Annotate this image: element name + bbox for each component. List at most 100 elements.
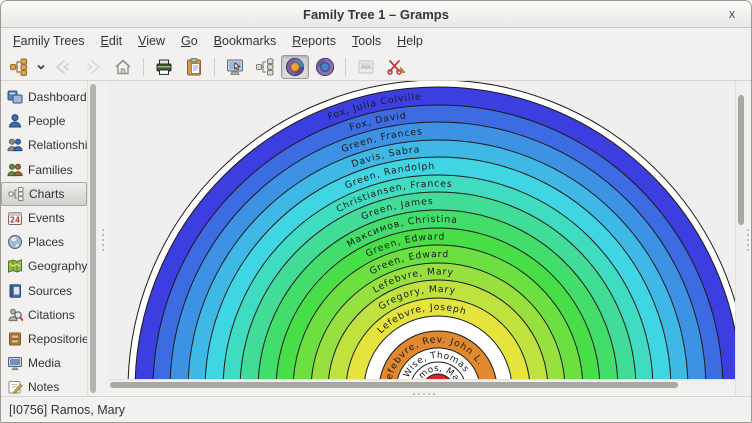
fan-chart-icon	[285, 57, 305, 77]
sidebar-item-citations[interactable]: Citations	[1, 303, 87, 327]
menu-help[interactable]: Help	[389, 31, 431, 51]
printer-icon	[154, 57, 174, 77]
sidebar-item-label: People	[28, 114, 65, 128]
gramps-tree-icon	[9, 57, 29, 77]
scissors-icon	[386, 57, 406, 77]
gramps-tree-button[interactable]	[5, 55, 33, 79]
sidebar-item-dashboard[interactable]: Dashboard	[1, 85, 87, 109]
configure-view-button[interactable]	[221, 55, 249, 79]
pedigree-view-button[interactable]	[251, 55, 279, 79]
toolbar-separator	[214, 58, 215, 76]
forward-button[interactable]	[79, 55, 107, 79]
close-icon[interactable]: x	[723, 5, 741, 23]
arrow-forward-icon	[83, 57, 103, 77]
monitor-pointer-icon	[225, 57, 245, 77]
chevron-down-icon	[36, 62, 46, 72]
vertical-scrollbar-thumb[interactable]	[738, 95, 744, 225]
arrow-back-icon	[53, 57, 73, 77]
fan-chart[interactable]: Fox, Julia ColvilleFox, DavidGreen, Fran…	[108, 81, 735, 379]
sidebar-item-media[interactable]: Media	[1, 351, 87, 375]
pedigree-icon	[255, 57, 275, 77]
sidebar-item-people[interactable]: People	[1, 109, 87, 133]
citations-icon	[6, 306, 23, 323]
clipboard-icon	[184, 57, 204, 77]
pane-splitter[interactable]	[98, 81, 109, 396]
sidebar-item-sources[interactable]: Sources	[1, 279, 87, 303]
right-pane-splitter[interactable]	[745, 81, 751, 396]
right-splitter-grip-icon	[747, 229, 749, 251]
gramps-window: Family Tree 1 – Gramps x Family TreesEdi…	[0, 0, 752, 423]
families-icon	[6, 161, 23, 178]
menu-view[interactable]: View	[130, 31, 173, 51]
fan-chart-canvas[interactable]: Fox, Julia ColvilleFox, DavidGreen, Fran…	[108, 81, 735, 379]
dashboard-icon	[6, 89, 23, 106]
sidebar-item-charts[interactable]: Charts	[1, 182, 87, 206]
sidebar-item-geography[interactable]: Geography	[1, 254, 87, 278]
sidebar-scrollbar-thumb[interactable]	[90, 84, 96, 393]
media-icon	[6, 355, 23, 372]
home-icon	[113, 57, 133, 77]
menu-go[interactable]: Go	[173, 31, 206, 51]
relationships-icon	[6, 137, 23, 154]
tree-dropdown-button[interactable]	[35, 55, 47, 79]
fan-chart-view-button[interactable]	[281, 55, 309, 79]
toolbar-separator	[143, 58, 144, 76]
statusbar: [I0756] Ramos, Mary	[1, 396, 751, 422]
sidebar-item-label: Charts	[29, 187, 64, 201]
sidebar-item-label: Notes	[28, 380, 59, 394]
splitter-grip-icon	[102, 229, 104, 251]
svg-text:24: 24	[9, 215, 19, 224]
sidebar-item-families[interactable]: Families	[1, 158, 87, 182]
bottom-grip-icon	[413, 393, 435, 395]
main-content: Dashboard People Relationships Families Char…	[1, 81, 751, 396]
media-tool-button[interactable]	[352, 55, 380, 79]
clipboard-button[interactable]	[180, 55, 208, 79]
window-title: Family Tree 1 – Gramps	[303, 7, 449, 22]
people-icon	[6, 113, 23, 130]
chart-area: Fox, Julia ColvilleFox, DavidGreen, Fran…	[108, 81, 735, 396]
notes-icon	[6, 379, 23, 396]
vertical-scrollbar[interactable]	[735, 81, 745, 396]
sidebar-item-label: Citations	[28, 308, 75, 322]
sidebar-item-events[interactable]: 24 Events	[1, 206, 87, 230]
sidebar-item-label: Families	[28, 163, 73, 177]
navigator-sidebar: Dashboard People Relationships Families Char…	[1, 81, 87, 396]
two-way-fan-view-button[interactable]	[311, 55, 339, 79]
menu-bookmarks[interactable]: Bookmarks	[206, 31, 285, 51]
menu-family-trees[interactable]: Family Trees	[5, 31, 93, 51]
menu-reports[interactable]: Reports	[284, 31, 344, 51]
horizontal-scrollbar[interactable]	[108, 379, 735, 389]
menu-edit[interactable]: Edit	[93, 31, 131, 51]
sidebar-item-label: Sources	[28, 284, 72, 298]
toolbar	[1, 53, 751, 81]
sidebar-item-notes[interactable]: Notes	[1, 375, 87, 396]
events-icon: 24	[6, 210, 23, 227]
sidebar-item-label: Events	[28, 211, 65, 225]
sidebar-item-label: Repositories	[28, 332, 87, 346]
home-button[interactable]	[109, 55, 137, 79]
back-button[interactable]	[49, 55, 77, 79]
print-button[interactable]	[150, 55, 178, 79]
sidebar-item-relationships[interactable]: Relationships	[1, 133, 87, 157]
sidebar-scrollbar[interactable]	[87, 81, 98, 396]
menu-tools[interactable]: Tools	[344, 31, 389, 51]
sidebar-item-repositories[interactable]: Repositories	[1, 327, 87, 351]
cut-tool-button[interactable]	[382, 55, 410, 79]
horizontal-scrollbar-thumb[interactable]	[110, 382, 678, 388]
sidebar-item-label: Dashboard	[28, 90, 87, 104]
fan-chart-2-icon	[315, 57, 335, 77]
bottom-splitter[interactable]	[108, 389, 735, 396]
sidebar-item-label: Media	[28, 356, 61, 370]
sidebar-item-label: Geography	[28, 259, 87, 273]
sidebar-item-label: Places	[28, 235, 64, 249]
titlebar[interactable]: Family Tree 1 – Gramps x	[1, 1, 751, 28]
charts-icon	[7, 185, 24, 202]
repositories-icon	[6, 330, 23, 347]
geography-icon	[6, 258, 23, 275]
image-icon	[356, 57, 376, 77]
toolbar-separator	[345, 58, 346, 76]
active-person-status: [I0756] Ramos, Mary	[9, 403, 125, 417]
sidebar-item-places[interactable]: Places	[1, 230, 87, 254]
menubar: Family TreesEditViewGoBookmarksReportsTo…	[1, 28, 751, 53]
sidebar-item-label: Relationships	[28, 138, 87, 152]
